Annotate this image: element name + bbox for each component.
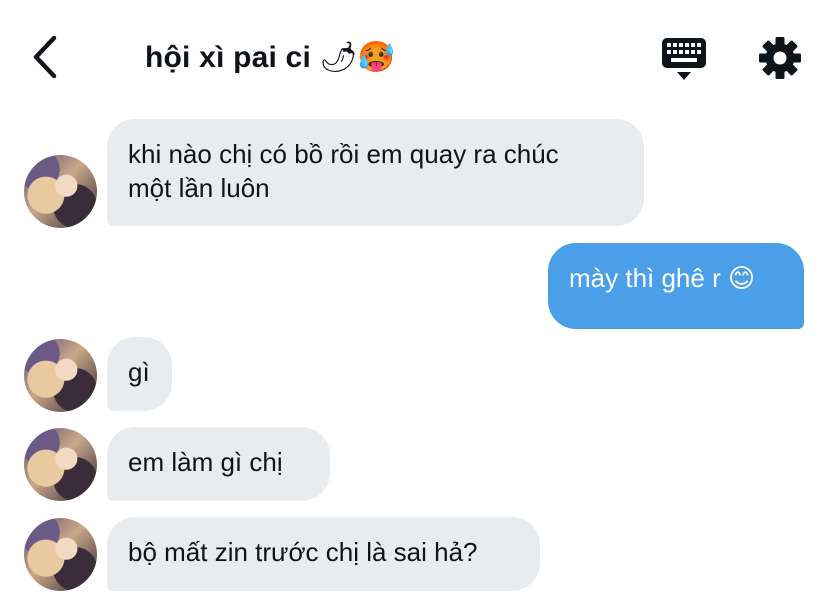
avatar[interactable] [24, 428, 97, 501]
message-text: em làm gì chị [128, 447, 283, 477]
message-bubble-incoming[interactable]: gì [107, 337, 172, 411]
conversation-title: hội xì pai ci 🌶🥵 [145, 40, 395, 75]
settings-button[interactable] [756, 34, 804, 82]
message-bubble-incoming[interactable]: khi nào chị có bồ rồi em quay ra chúc mộ… [107, 119, 644, 226]
gear-icon [759, 37, 801, 79]
keyboard-button[interactable] [660, 36, 710, 82]
chevron-left-icon [33, 35, 57, 79]
message-text: bộ mất zin trước chị là sai hả? [128, 537, 478, 567]
message-bubble-incoming[interactable]: em làm gì chị [107, 427, 330, 501]
message-bubble-outgoing[interactable]: mày thì ghê r 😊 [548, 243, 804, 329]
conversation-header: hội xì pai ci 🌶🥵 [0, 0, 828, 110]
message-bubble-incoming[interactable]: bộ mất zin trước chị là sai hả? [107, 517, 540, 591]
conversation-title-emojis: 🌶🥵 [319, 40, 396, 75]
keyboard-icon [662, 38, 706, 80]
message-line: khi nào chị có bồ rồi em quay ra chúc [128, 139, 559, 169]
conversation-title-text: hội xì pai ci [145, 41, 311, 74]
message-text: mày thì ghê r 😊 [569, 263, 756, 293]
avatar[interactable] [24, 339, 97, 412]
back-button[interactable] [28, 34, 64, 80]
avatar[interactable] [24, 518, 97, 591]
message-text: gì [128, 357, 150, 387]
message-line: một lần luôn [128, 173, 270, 203]
avatar[interactable] [24, 155, 97, 228]
